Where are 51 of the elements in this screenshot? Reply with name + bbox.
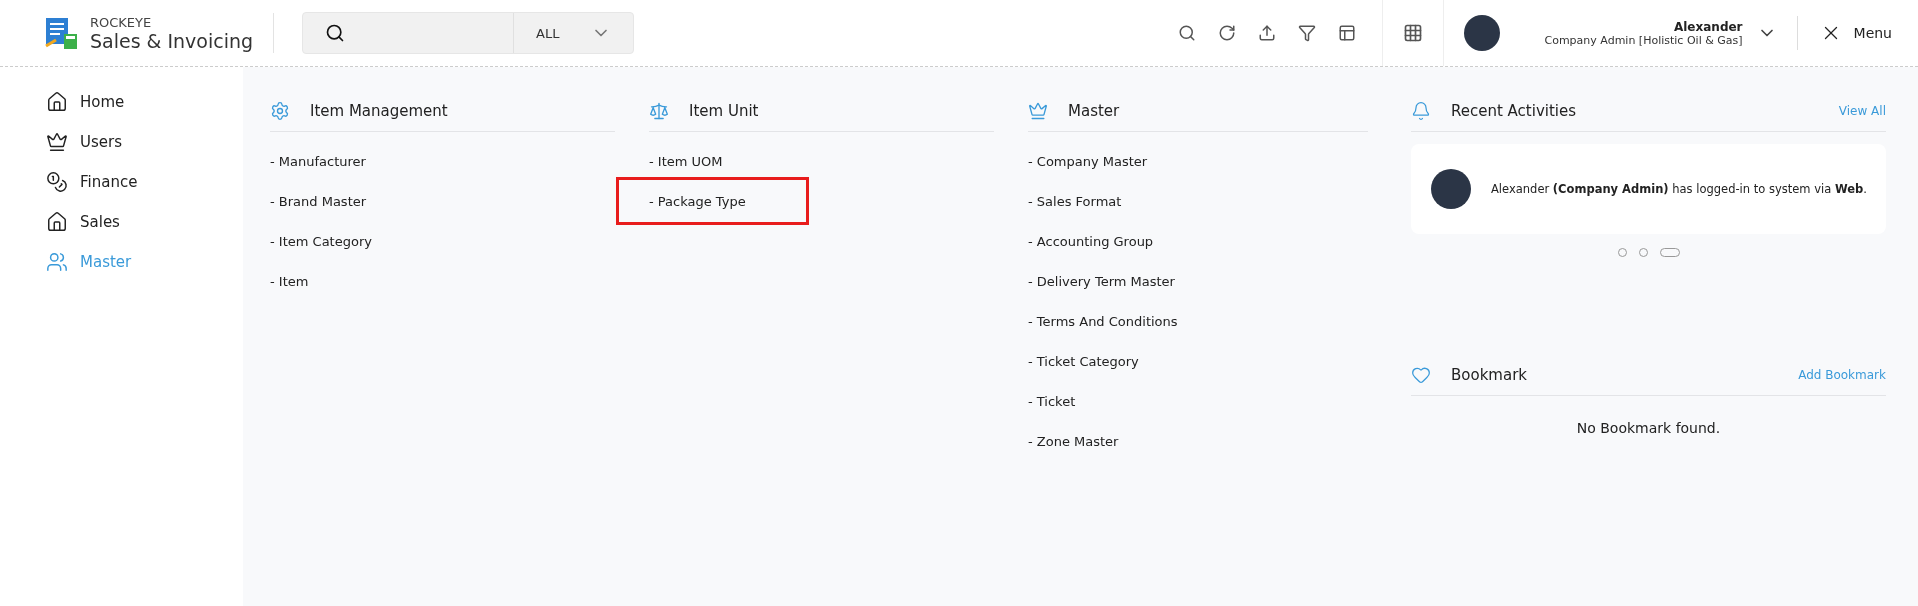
sidebar-item[interactable]: Users — [0, 129, 243, 155]
search-button[interactable] — [1178, 24, 1197, 42]
section-title: Bookmark — [1451, 366, 1527, 384]
menu-link[interactable]: - Accounting Group — [1028, 229, 1154, 253]
menu-link[interactable]: - Item Category — [270, 229, 372, 253]
house-icon — [46, 91, 68, 113]
coins-icon — [46, 171, 68, 193]
menu-link[interactable]: - Company Master — [1028, 149, 1148, 173]
company-name: ROCKEYE — [90, 14, 153, 30]
menu-link[interactable]: - Item UOM — [649, 149, 723, 173]
scale-icon — [649, 101, 669, 121]
menu-link[interactable]: - Ticket Category — [1028, 349, 1139, 373]
heart-icon — [1411, 365, 1431, 385]
app-title: Sales & Invoicing — [90, 29, 254, 52]
section-title: Item Management — [310, 102, 448, 120]
logo-icon — [44, 16, 78, 50]
sidebar-item[interactable]: Sales — [0, 209, 243, 235]
apps-button[interactable] — [1403, 23, 1424, 43]
menu-link[interactable]: - Delivery Term Master — [1028, 269, 1175, 293]
avatar — [1464, 15, 1501, 51]
crown-icon — [46, 131, 68, 153]
user-role: Company Admin [Holistic Oil & Gas] — [1544, 33, 1743, 47]
house-icon — [46, 211, 68, 233]
filter-button[interactable] — [1298, 24, 1317, 42]
users-icon — [46, 251, 68, 273]
menu-link[interactable]: - Terms And Conditions — [1028, 309, 1178, 333]
user-name: Alexander — [1673, 19, 1743, 34]
menu-link[interactable]: - Zone Master — [1028, 429, 1119, 453]
menu-link[interactable]: - Ticket — [1028, 389, 1076, 413]
section-title: Master — [1068, 102, 1120, 120]
search-icon — [325, 23, 346, 43]
menu-link[interactable]: - Sales Format — [1028, 189, 1122, 213]
avatar — [1431, 169, 1471, 209]
section-title: Item Unit — [689, 102, 759, 120]
layout-button[interactable] — [1338, 24, 1357, 42]
settings-icon — [270, 101, 290, 121]
menu-link[interactable]: - Package Type — [616, 177, 809, 225]
crown-icon — [1028, 101, 1048, 121]
menu-button[interactable]: Menu — [1796, 16, 1918, 50]
sidebar-item[interactable]: Finance — [0, 169, 243, 195]
sidebar-item[interactable]: Home — [0, 89, 243, 115]
section-title: Recent Activities — [1451, 102, 1577, 120]
upload-button[interactable] — [1258, 24, 1277, 42]
activity-text: Alexander (Company Admin) has logged-in to system via Web. — [1491, 182, 1867, 196]
empty-message: No Bookmark found. — [1576, 420, 1721, 436]
bell-icon — [1411, 101, 1431, 121]
menu-link[interactable]: - Brand Master — [270, 189, 367, 213]
refresh-button[interactable] — [1218, 24, 1237, 42]
menu-link[interactable]: - Item — [270, 269, 309, 293]
scope-dropdown[interactable]: ALL — [513, 13, 634, 53]
menu-link[interactable]: - Manufacturer — [270, 149, 366, 173]
